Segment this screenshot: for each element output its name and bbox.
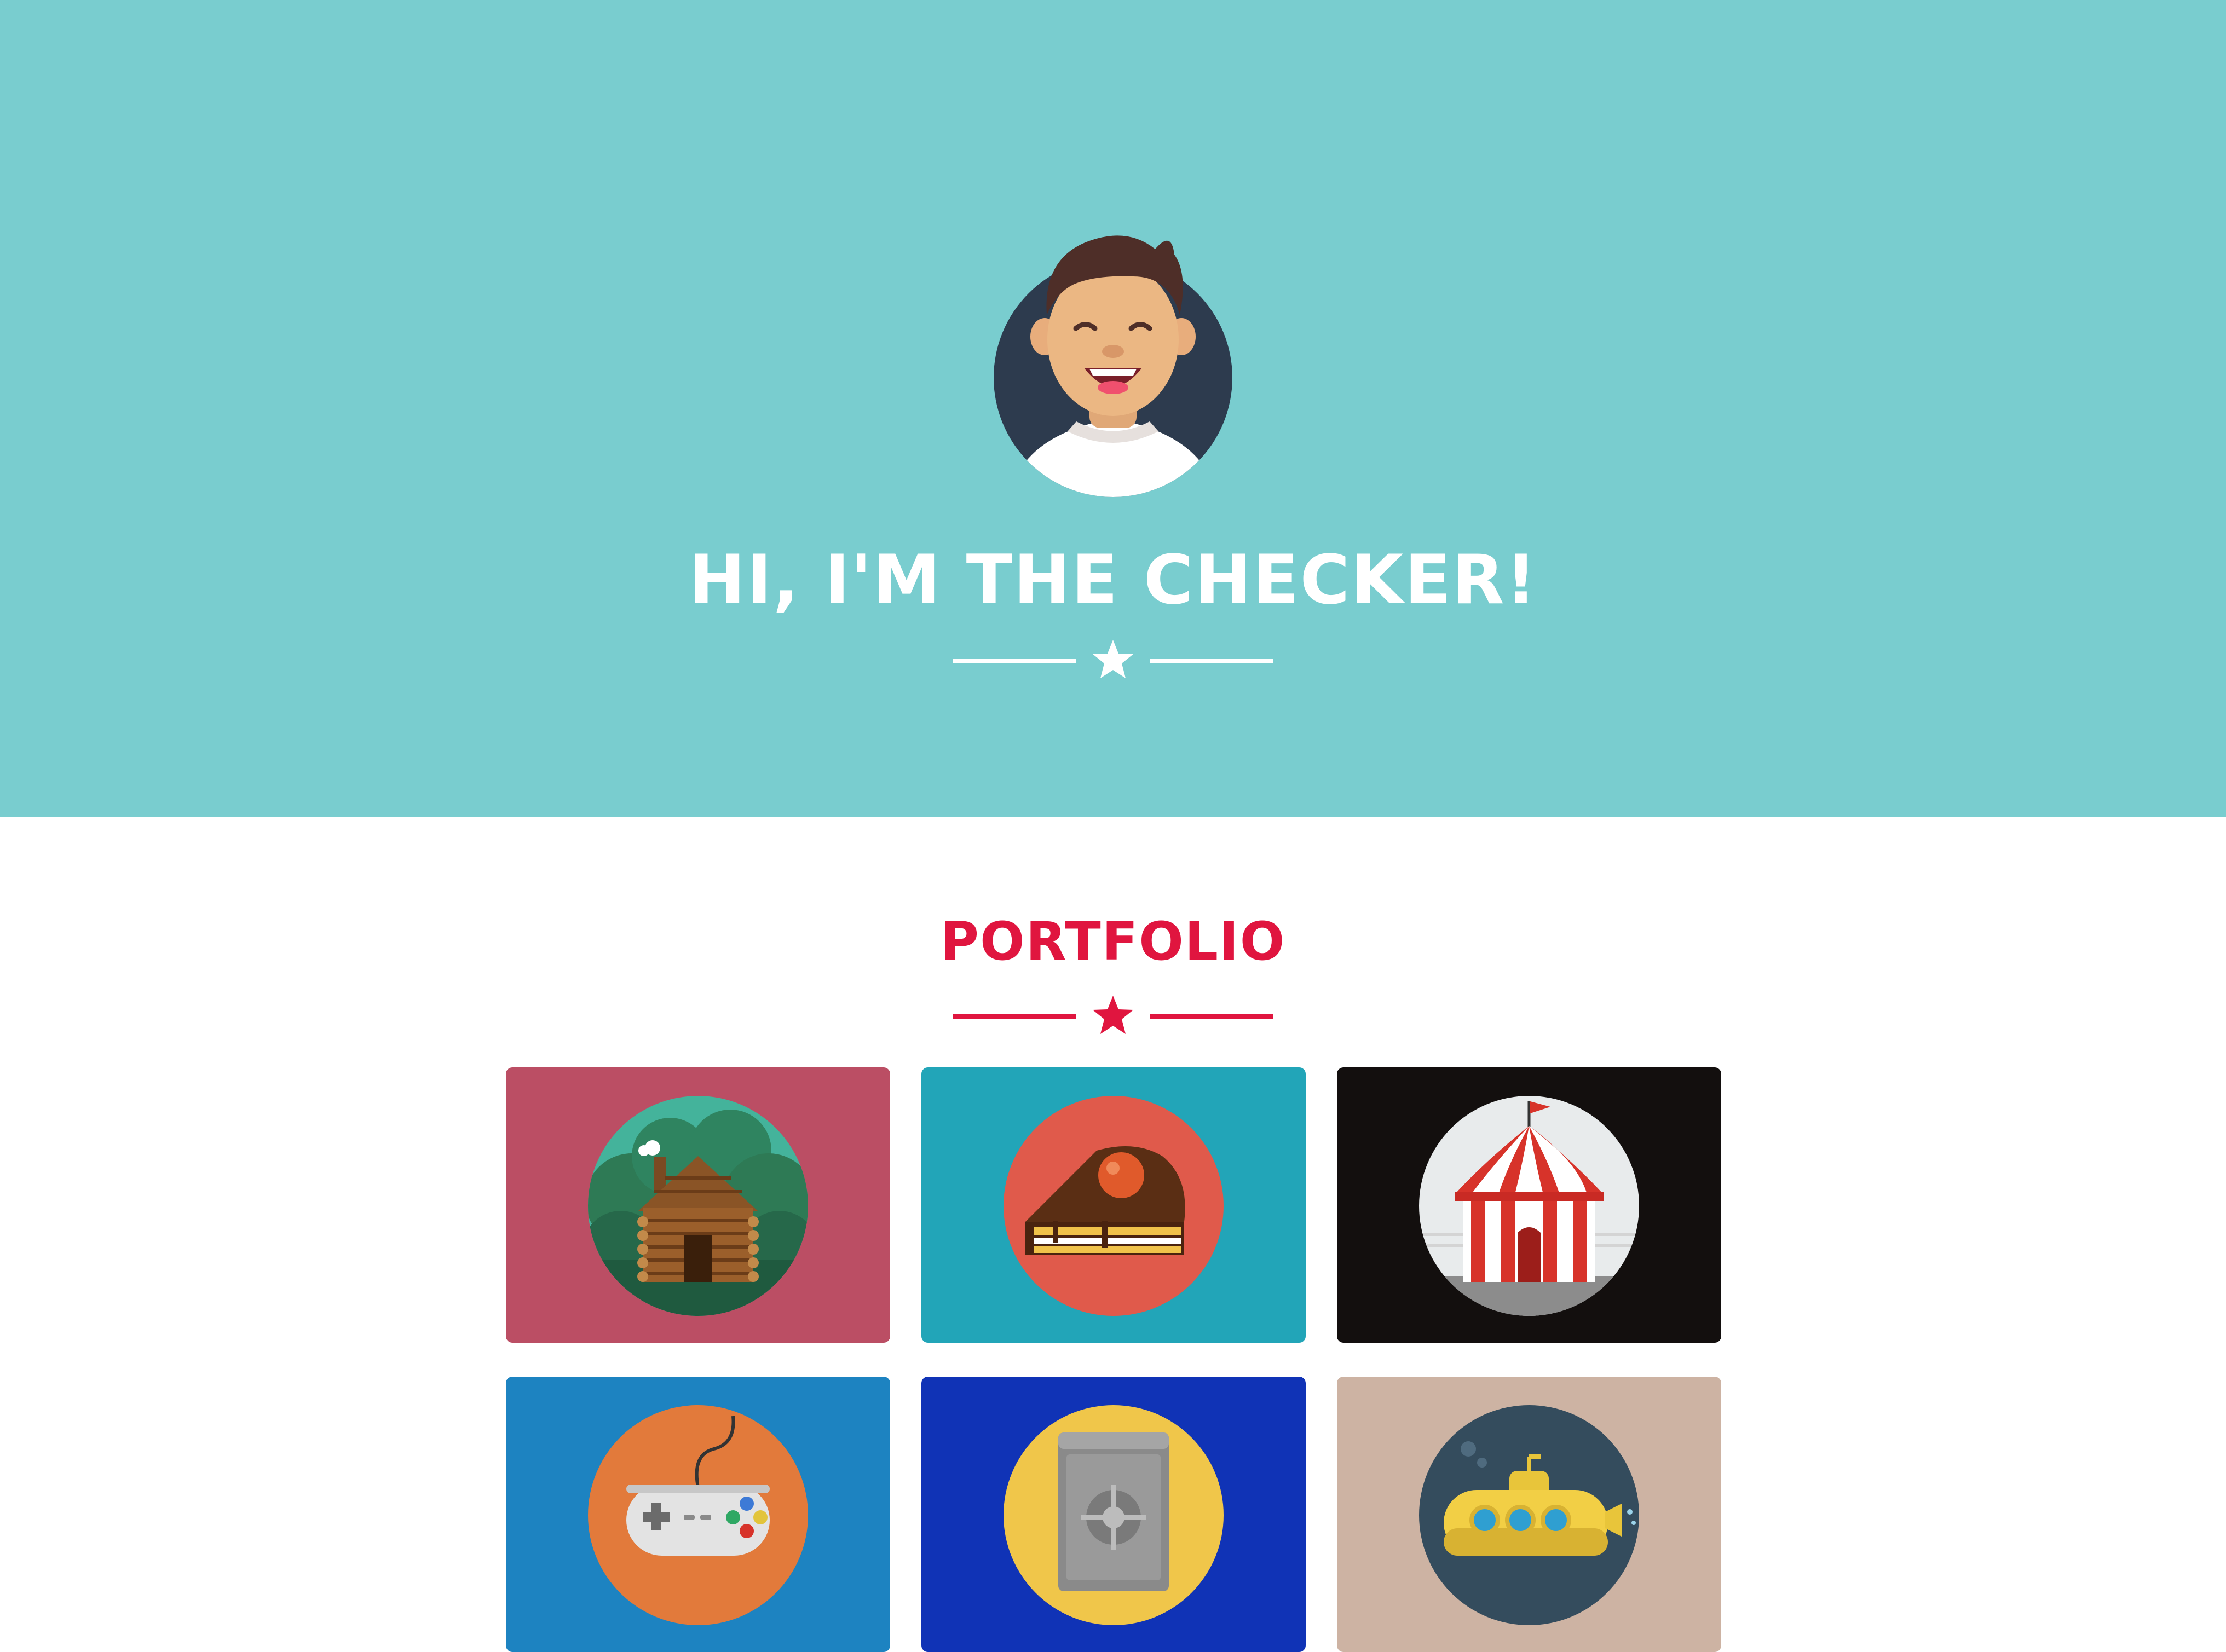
- safe-icon: [1004, 1405, 1224, 1625]
- portfolio-title: PORTFOLIO: [940, 911, 1286, 972]
- cake-slice-icon: [1004, 1096, 1224, 1316]
- hero-section: HI, I'M THE CHECKER!: [0, 0, 2226, 817]
- smiling-man-avatar-icon: [994, 235, 1232, 497]
- portfolio-item-circus[interactable]: [1337, 1067, 1721, 1343]
- submarine-icon: [1419, 1405, 1639, 1625]
- portfolio-item-controller[interactable]: [506, 1377, 890, 1652]
- divider-line-left: [953, 659, 1076, 663]
- portfolio-item-safe[interactable]: [921, 1377, 1306, 1652]
- portfolio-item-submarine[interactable]: [1337, 1377, 1721, 1652]
- hero-title: HI, I'M THE CHECKER!: [688, 541, 1538, 620]
- log-cabin-icon: [588, 1096, 808, 1316]
- avatar: [985, 224, 1241, 504]
- hero-divider: [953, 638, 1273, 681]
- divider-line-right: [1150, 659, 1273, 663]
- divider-line-right: [1150, 1014, 1273, 1019]
- game-controller-icon: [588, 1405, 808, 1625]
- divider-line-left: [953, 1014, 1076, 1019]
- portfolio-item-cabin[interactable]: [506, 1067, 890, 1343]
- portfolio-item-cake[interactable]: [921, 1067, 1306, 1343]
- star-icon: [1093, 996, 1133, 1034]
- circus-tent-icon: [1419, 1096, 1639, 1316]
- portfolio-divider: [953, 993, 1273, 1037]
- star-icon: [1093, 640, 1133, 678]
